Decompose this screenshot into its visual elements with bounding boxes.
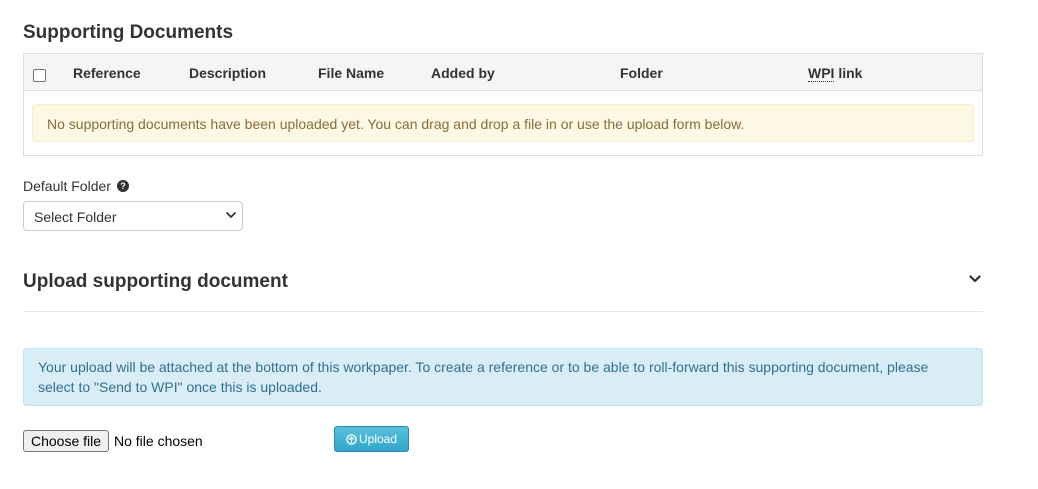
- empty-documents-alert: No supporting documents have been upload…: [32, 104, 974, 142]
- file-status-text: No file chosen: [114, 433, 203, 449]
- column-header-description[interactable]: Description: [189, 65, 266, 81]
- default-folder-selected-value: Select Folder: [34, 209, 117, 225]
- column-header-file-name[interactable]: File Name: [318, 65, 384, 81]
- upload-button-label: Upload: [358, 432, 398, 446]
- default-folder-label-text: Default Folder: [23, 178, 111, 194]
- select-all-checkbox[interactable]: [33, 69, 46, 82]
- table-header: Reference Description File Name Added by…: [24, 54, 982, 91]
- section-divider: [23, 311, 983, 312]
- wpi-link-suffix: link: [834, 65, 863, 81]
- upload-section-title: Upload supporting document: [23, 271, 288, 292]
- column-header-added-by[interactable]: Added by: [431, 65, 495, 81]
- wpi-abbreviation: WPI: [808, 65, 835, 82]
- chevron-down-icon: [226, 212, 236, 218]
- upload-info-alert: Your upload will be attached at the bott…: [23, 348, 983, 406]
- arrow-up-circle-icon: [346, 433, 357, 445]
- section-title: Supporting Documents: [23, 22, 234, 43]
- choose-file-button[interactable]: Choose file: [23, 430, 109, 452]
- chevron-down-icon[interactable]: [969, 274, 981, 284]
- supporting-documents-page: Supporting Documents Reference Descripti…: [0, 0, 1038, 489]
- upload-button[interactable]: Upload: [334, 426, 409, 452]
- column-header-folder[interactable]: Folder: [620, 65, 663, 81]
- default-folder-select[interactable]: Select Folder: [23, 201, 243, 231]
- column-header-reference[interactable]: Reference: [73, 65, 141, 81]
- supporting-documents-table: Reference Description File Name Added by…: [23, 53, 983, 156]
- default-folder-label: Default Folder ?: [23, 178, 129, 194]
- column-header-wpi-link[interactable]: WPI link: [808, 65, 863, 82]
- question-circle-icon[interactable]: ?: [116, 180, 129, 192]
